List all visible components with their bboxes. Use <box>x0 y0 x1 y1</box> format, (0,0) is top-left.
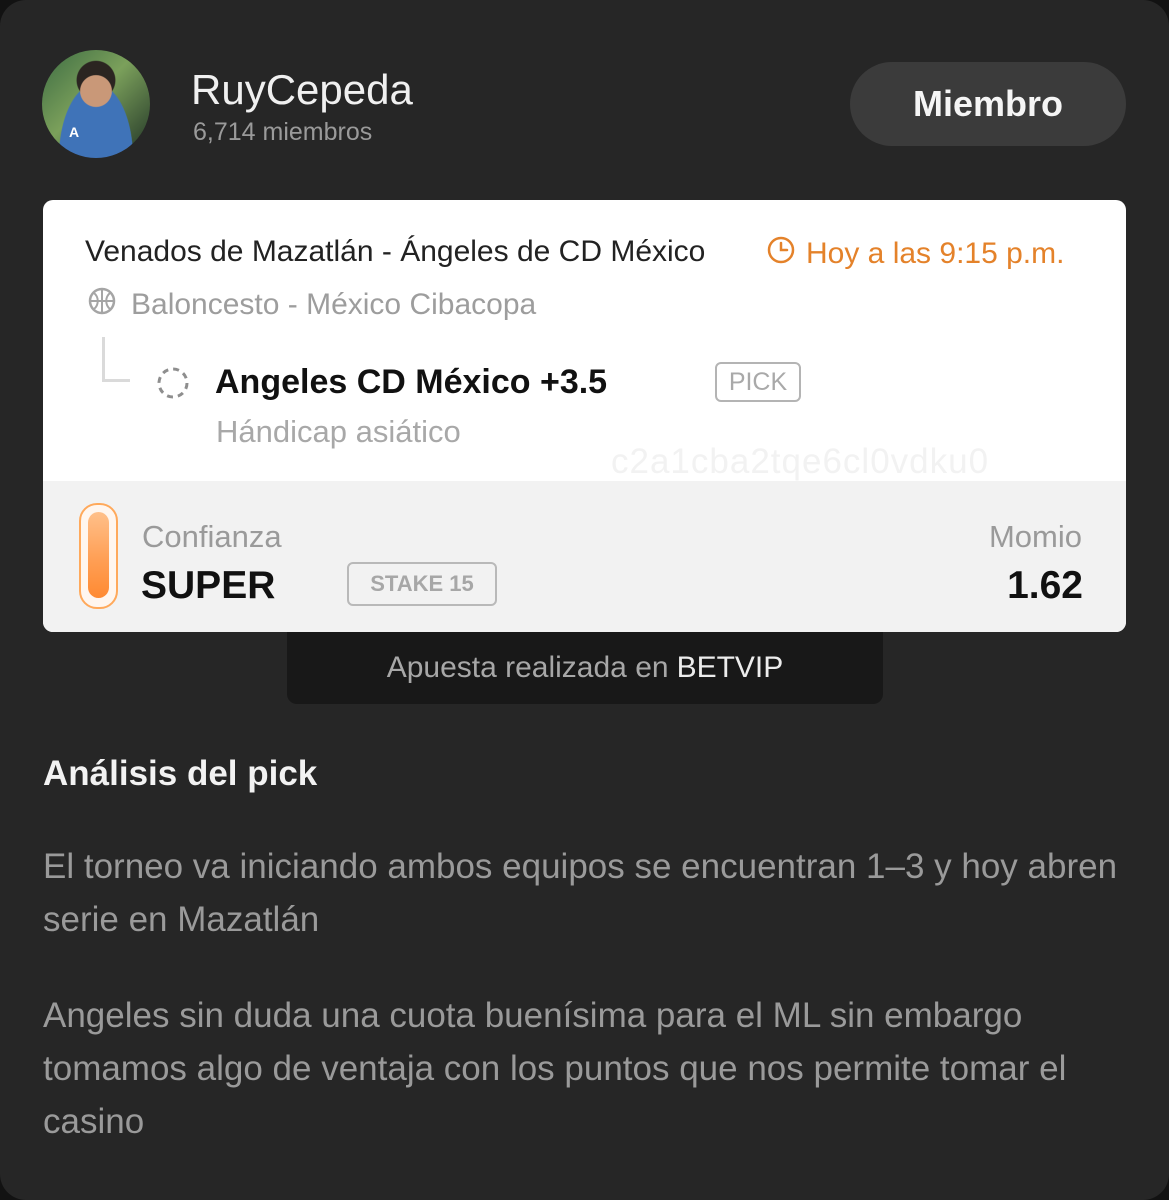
cap-logo-icon: A <box>69 124 80 140</box>
confidence-meter-fill <box>88 512 109 598</box>
match-title: Venados de Mazatlán - Ángeles de CD Méxi… <box>85 235 706 268</box>
bet-detail-screen: A RuyCepeda 6,714 miembros Miembro Venad… <box>0 0 1169 1200</box>
event-time: Hoy a las 9:15 p.m. <box>766 235 1064 273</box>
member-button[interactable]: Miembro <box>850 62 1126 146</box>
bet-summary-panel: Confianza SUPER STAKE 15 Momio 1.62 <box>43 481 1126 632</box>
league-label: Baloncesto - México Cibacopa <box>131 288 537 321</box>
pending-circle-icon <box>156 366 190 405</box>
pick-badge: PICK <box>715 362 801 402</box>
bet-card: Venados de Mazatlán - Ángeles de CD Méxi… <box>43 200 1126 632</box>
analysis-paragraph: Angeles sin duda una cuota buenísima par… <box>43 996 1067 1141</box>
username[interactable]: RuyCepeda <box>191 66 413 114</box>
league-row: Baloncesto - México Cibacopa <box>87 286 536 324</box>
confidence-meter <box>79 503 118 609</box>
analysis-title: Análisis del pick <box>43 754 318 793</box>
odds-label: Momio <box>988 519 1082 554</box>
pick-selection: Angeles CD México +3.5 <box>215 363 608 401</box>
basketball-icon <box>87 286 117 324</box>
watermark: c2a1cba2tqe6cl0vdku0 <box>611 442 990 481</box>
odds-value: 1.62 <box>1007 564 1083 607</box>
analysis-paragraph: El torneo va iniciando ambos equipos se … <box>43 847 1118 939</box>
confidence-label: Confianza <box>142 519 282 554</box>
bookmaker-prefix: Apuesta realizada en <box>386 651 669 684</box>
time-text: Hoy a las 9:15 p.m. <box>806 237 1065 270</box>
bookmaker-name[interactable]: BETVIP <box>677 651 784 685</box>
avatar[interactable]: A <box>42 50 150 158</box>
member-count: 6,714 miembros <box>193 118 373 146</box>
clock-icon <box>766 235 796 273</box>
confidence-value: SUPER <box>141 564 276 607</box>
bookmaker-banner[interactable]: Apuesta realizada en BETVIP <box>287 632 883 704</box>
market-label: Hándicap asiático <box>216 414 461 449</box>
stake-badge: STAKE 15 <box>347 562 497 606</box>
pick-connector <box>102 337 130 382</box>
